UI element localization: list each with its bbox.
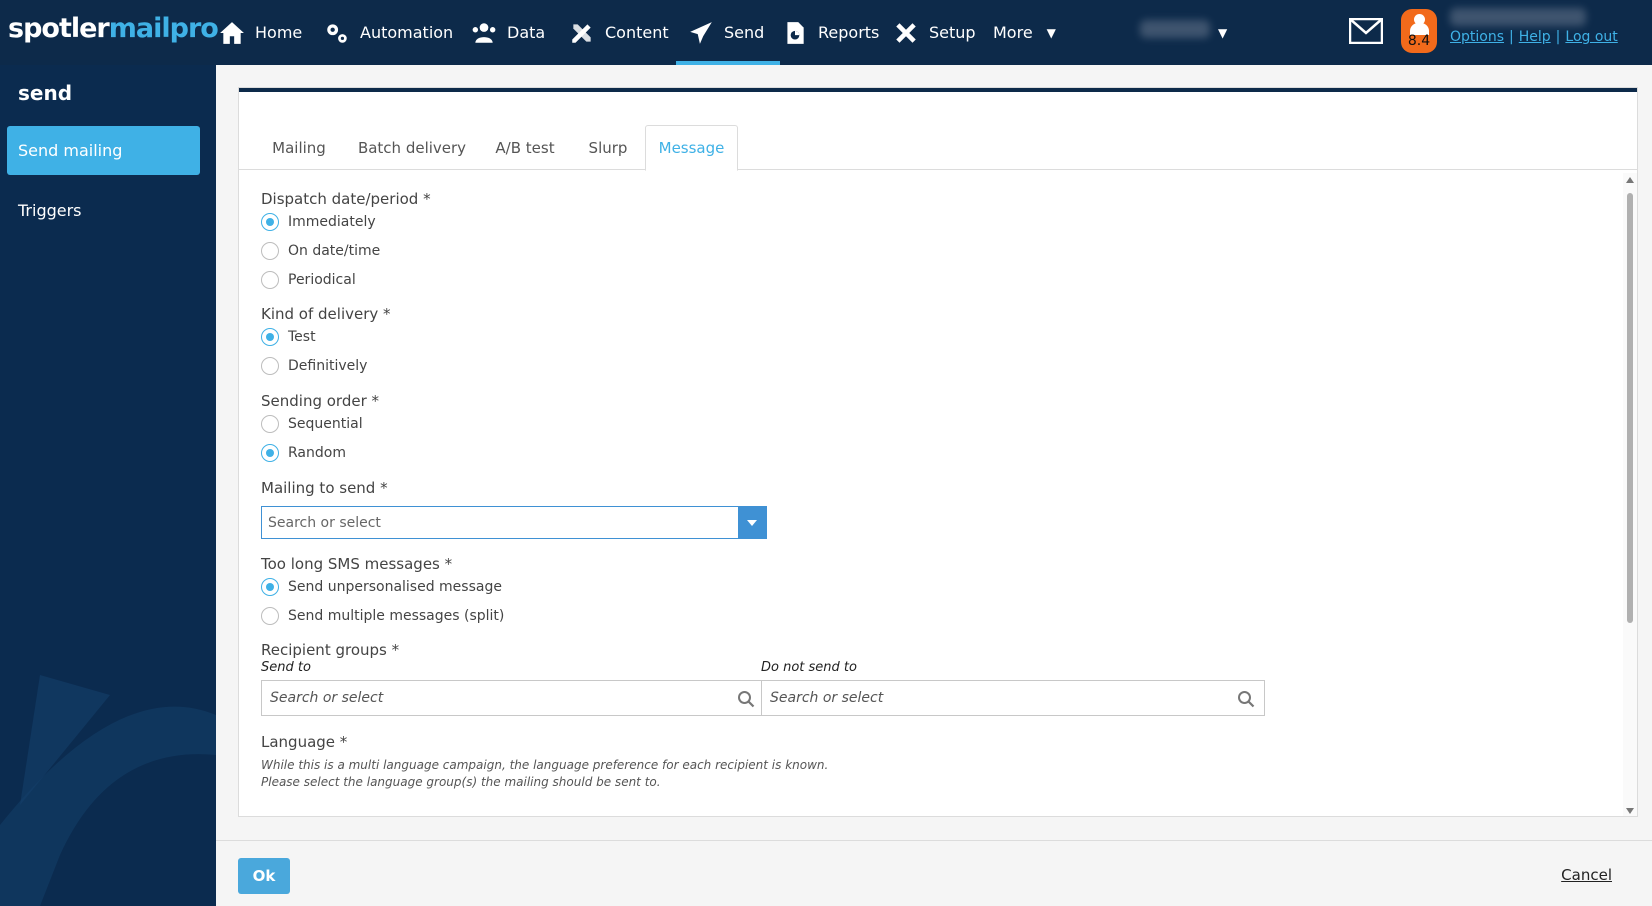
language-hint-2: Please select the language group(s) the …	[261, 775, 661, 789]
tab-bar: Mailing Batch delivery A/B test Slurp Me…	[239, 125, 1637, 171]
scrollbar-thumb[interactable]	[1627, 193, 1633, 623]
top-navigation-bar: spotlermailpro Home Automation Data Cont…	[0, 0, 1652, 65]
nav-data[interactable]: Data	[471, 0, 545, 65]
gears-icon	[327, 23, 347, 43]
dropdown-arrow-icon[interactable]	[738, 507, 766, 538]
caret-down-icon: ▼	[1046, 25, 1056, 40]
sidebar: send Send mailing Triggers	[0, 65, 216, 906]
username-blurred	[1450, 8, 1586, 26]
paper-plane-icon	[690, 21, 712, 44]
logout-link[interactable]: Log out	[1565, 29, 1617, 45]
nav-automation[interactable]: Automation	[324, 0, 453, 65]
recipients-label: Recipient groups *	[261, 641, 400, 659]
not-send-to-label: Do not send to	[761, 660, 857, 675]
help-link[interactable]: Help	[1519, 29, 1551, 45]
radio-send-unpersonalised[interactable]: Send unpersonalised message	[261, 577, 502, 597]
radio-definitively[interactable]: Definitively	[261, 356, 367, 376]
not-send-to-input[interactable]: Search or select	[761, 680, 1265, 716]
pencil-ruler-icon	[572, 23, 591, 43]
main-content: Mailing Batch delivery A/B test Slurp Me…	[216, 65, 1652, 906]
search-icon	[1238, 691, 1255, 708]
nav-send[interactable]: Send	[675, 0, 781, 65]
nav-more[interactable]: More ▼	[993, 0, 1056, 65]
envelope-icon[interactable]	[1349, 18, 1383, 44]
tab-message[interactable]: Message	[645, 125, 738, 171]
sms-label: Too long SMS messages *	[261, 555, 453, 573]
radio-on-date-time[interactable]: On date/time	[261, 241, 380, 261]
language-hint-1: While this is a multi language campaign,…	[261, 758, 829, 772]
search-icon	[738, 691, 755, 708]
options-link[interactable]: Options	[1450, 29, 1504, 45]
radio-periodical[interactable]: Periodical	[261, 270, 356, 290]
sidebar-item-triggers[interactable]: Triggers	[7, 186, 200, 235]
radio-sequential[interactable]: Sequential	[261, 414, 363, 434]
caret-down-icon: ▼	[1218, 25, 1228, 40]
tab-batch-delivery[interactable]: Batch delivery	[349, 125, 475, 170]
users-icon	[472, 22, 496, 43]
sidebar-title: send	[18, 81, 73, 105]
tab-ab-test[interactable]: A/B test	[485, 125, 565, 170]
cancel-link[interactable]: Cancel	[1561, 866, 1612, 884]
radio-immediately[interactable]: Immediately	[261, 212, 376, 232]
tab-slurp[interactable]: Slurp	[575, 125, 641, 170]
scroll-up-arrow-icon[interactable]	[1626, 177, 1634, 183]
nav-home[interactable]: Home	[219, 0, 302, 65]
send-panel: Mailing Batch delivery A/B test Slurp Me…	[238, 87, 1638, 817]
order-label: Sending order *	[261, 392, 380, 410]
nav-reports[interactable]: Reports	[782, 0, 879, 65]
radio-test[interactable]: Test	[261, 327, 316, 347]
form-footer: Ok Cancel	[216, 840, 1652, 906]
form-scrollbar[interactable]	[1623, 173, 1637, 816]
language-input-partial[interactable]	[261, 816, 767, 817]
radio-random[interactable]: Random	[261, 443, 346, 463]
sidebar-item-send-mailing[interactable]: Send mailing	[7, 126, 200, 175]
scroll-down-arrow-icon[interactable]	[1626, 808, 1634, 814]
home-icon	[220, 21, 244, 44]
account-dropdown-caret[interactable]: ▼	[1214, 0, 1227, 65]
send-to-input[interactable]: Search or select	[261, 680, 765, 716]
send-form: Dispatch date/period * Immediately On da…	[261, 170, 1591, 815]
delivery-label: Kind of delivery *	[261, 305, 391, 323]
report-document-icon	[787, 21, 804, 44]
nav-content[interactable]: Content	[569, 0, 669, 65]
nav-setup[interactable]: Setup	[893, 0, 976, 65]
score-badge[interactable]: 8.4	[1401, 9, 1437, 53]
send-to-label: Send to	[261, 660, 311, 675]
header-links: Options | Help | Log out	[1450, 29, 1618, 45]
ok-button[interactable]: Ok	[238, 858, 290, 894]
dispatch-label: Dispatch date/period *	[261, 190, 431, 208]
mailing-select[interactable]: Search or select	[261, 506, 767, 539]
spotler-mailpro-logo[interactable]: spotlermailpro	[8, 13, 219, 44]
tab-mailing[interactable]: Mailing	[259, 125, 339, 170]
account-name-blurred[interactable]	[1140, 20, 1210, 38]
language-label: Language *	[261, 733, 348, 751]
mailing-label: Mailing to send *	[261, 479, 388, 497]
radio-send-multiple[interactable]: Send multiple messages (split)	[261, 606, 504, 626]
tools-icon	[896, 22, 916, 43]
